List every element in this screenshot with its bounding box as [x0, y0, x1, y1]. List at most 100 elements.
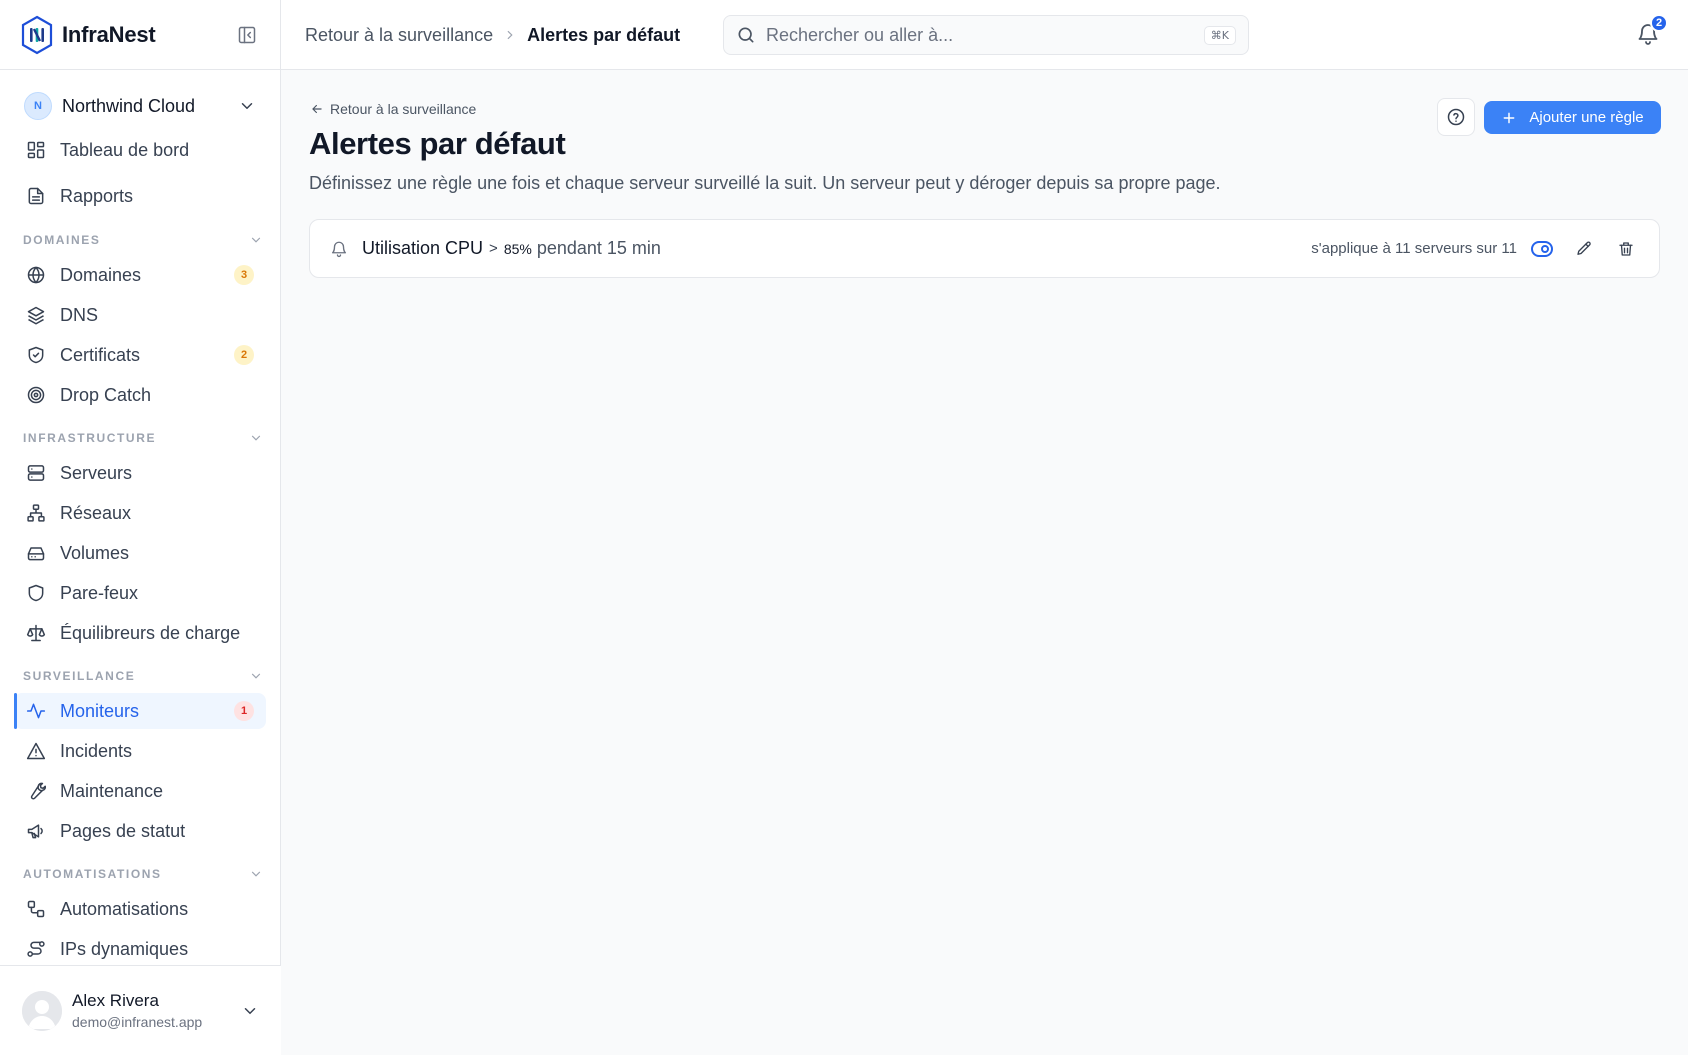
user-email: demo@infranest.app [72, 1014, 203, 1030]
nav-label: Incidents [60, 740, 133, 761]
scale-icon [26, 623, 46, 643]
nav-item-ips-dynamiques[interactable]: IPs dynamiques [14, 931, 266, 967]
breadcrumb-current: Alertes par défaut [527, 24, 681, 45]
edit-rule-button[interactable] [1571, 236, 1597, 262]
rule-enabled-toggle[interactable] [1531, 240, 1553, 257]
back-link-label: Retour à la surveillance [330, 101, 477, 117]
nav-label: Domaines [60, 264, 142, 285]
org-avatar: N [24, 92, 52, 120]
user-name: Alex Rivera [72, 991, 159, 1010]
count-badge: 1 [234, 701, 254, 721]
count-badge: 2 [234, 345, 254, 365]
notifications-button[interactable]: 2 [1636, 14, 1668, 48]
arrow-left-icon [312, 104, 322, 114]
nav-item-volumes[interactable]: Volumes [14, 535, 266, 571]
rule-duration: pendant 15 min [536, 238, 661, 258]
shield-check-icon [26, 345, 46, 365]
nav-item-pages-de-statut[interactable]: Pages de statut [14, 813, 266, 849]
nav-item-equilibreurs-de-charge[interactable]: Équilibreurs de charge [14, 615, 266, 651]
section-automatisations[interactable]: AUTOMATISATIONS [23, 864, 263, 884]
breadcrumb: Retour à la surveillance Alertes par déf… [305, 0, 680, 70]
section-infrastructure[interactable]: INFRASTRUCTURE [23, 428, 263, 448]
search-bar[interactable]: ⌘K [723, 15, 1249, 55]
infranest-logo-icon [21, 15, 53, 54]
nav-item-domaines[interactable]: Domaines 3 [14, 257, 266, 293]
nav-item-certificats[interactable]: Certificats 2 [14, 337, 266, 373]
nav-item-dns[interactable]: DNS [14, 297, 266, 333]
chevron-down-icon [241, 103, 253, 109]
alert-rule-row: Utilisation CPU > 85% pendant 15 min s'a… [309, 219, 1660, 278]
hard-drive-icon [26, 543, 46, 563]
nav-item-rapports[interactable]: Rapports [14, 178, 266, 214]
nav-item-tableau-de-bord[interactable]: Tableau de bord [14, 132, 266, 168]
nav-item-pare-feux[interactable]: Pare-feux [14, 575, 266, 611]
nav-label: Équilibreurs de charge [60, 622, 241, 643]
rule-metric: Utilisation CPU [362, 238, 484, 258]
chevron-right-icon [503, 28, 517, 42]
pencil-icon [1577, 241, 1591, 255]
avatar [22, 990, 62, 1031]
back-link[interactable]: Retour à la surveillance [310, 101, 476, 117]
nav-label: Tableau de bord [60, 139, 190, 160]
sidebar-collapse-button[interactable] [234, 22, 260, 48]
rule-applies-count: s'applique à 11 serveurs sur 11 [1311, 240, 1517, 257]
chevron-down-icon [251, 871, 261, 877]
nav-label: Réseaux [60, 502, 132, 523]
alert-triangle-icon [26, 741, 46, 761]
nav-label: Pages de statut [60, 820, 186, 841]
route-icon [26, 939, 46, 959]
nav-label: DNS [60, 304, 99, 325]
nav-label: Automatisations [60, 898, 189, 919]
section-title: DOMAINES [23, 233, 101, 247]
nav-label: Drop Catch [60, 384, 152, 405]
document-icon [26, 186, 46, 206]
chevron-down-icon [251, 435, 261, 441]
megaphone-icon [26, 821, 46, 841]
workflow-icon [26, 899, 46, 919]
layers-icon [26, 305, 46, 325]
nav-item-moniteurs[interactable]: Moniteurs 1 [14, 693, 266, 729]
nav-item-maintenance[interactable]: Maintenance [14, 773, 266, 809]
nav-item-drop-catch[interactable]: Drop Catch [14, 377, 266, 413]
nav-label: Maintenance [60, 780, 164, 801]
add-rule-label: Ajouter une règle [1529, 109, 1644, 126]
sidebar: InfraNest N Northwind Cloud Tableau de b… [0, 0, 281, 1055]
help-circle-icon [1447, 108, 1465, 126]
nav-item-incidents[interactable]: Incidents [14, 733, 266, 769]
page-description: Définissez une règle une fois et chaque … [309, 173, 1221, 193]
rule-operator: > [489, 240, 498, 257]
bell-icon [330, 240, 348, 258]
chevron-down-icon [251, 673, 261, 679]
nav-item-serveurs[interactable]: Serveurs [14, 455, 266, 491]
shield-icon [26, 583, 46, 603]
nav-label: Certificats [60, 344, 141, 365]
nav-item-automatisations[interactable]: Automatisations [14, 891, 266, 927]
page-title: Alertes par défaut [309, 126, 566, 161]
breadcrumb-parent-link[interactable]: Retour à la surveillance [305, 25, 493, 46]
search-input[interactable] [766, 24, 1204, 46]
org-name: Northwind Cloud [62, 95, 196, 116]
add-rule-button[interactable]: Ajouter une règle [1484, 101, 1661, 134]
chevron-down-icon [251, 237, 261, 243]
trash-icon [1619, 241, 1633, 256]
nav-label: Moniteurs [60, 700, 140, 721]
panel-left-icon [238, 26, 256, 43]
globe-icon [26, 265, 46, 285]
search-icon [738, 27, 754, 43]
section-domaines[interactable]: DOMAINES [23, 230, 263, 250]
nav-label: Serveurs [60, 462, 133, 483]
nav-item-reseaux[interactable]: Réseaux [14, 495, 266, 531]
user-silhouette-icon [22, 990, 62, 1031]
notification-badge: 2 [1650, 14, 1668, 32]
section-surveillance[interactable]: SURVEILLANCE [23, 666, 263, 686]
section-title: SURVEILLANCE [23, 669, 136, 683]
help-button[interactable] [1437, 98, 1475, 136]
user-menu[interactable]: Alex Rivera demo@infranest.app [0, 965, 281, 1055]
nav-label: IPs dynamiques [60, 938, 189, 959]
rule-threshold: 85% [503, 240, 532, 257]
section-title: INFRASTRUCTURE [23, 431, 157, 445]
delete-rule-button[interactable] [1613, 236, 1639, 262]
keyboard-shortcut: ⌘K [1203, 25, 1236, 45]
wrench-icon [26, 781, 46, 801]
chevron-down-icon [244, 1007, 256, 1014]
